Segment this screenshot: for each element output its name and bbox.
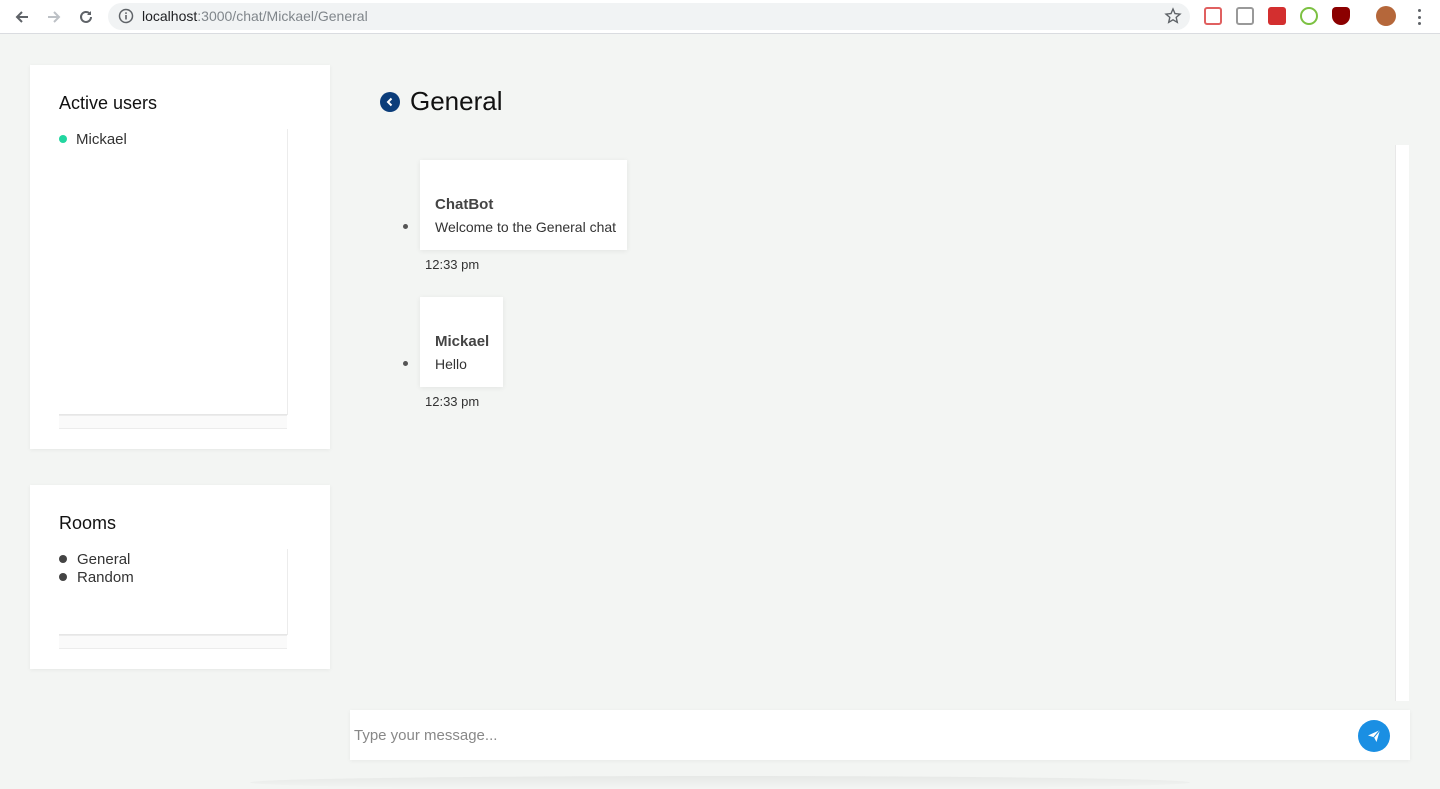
online-status-icon bbox=[59, 135, 67, 143]
message-composer bbox=[350, 710, 1410, 760]
back-arrow-icon[interactable] bbox=[10, 5, 34, 29]
reload-icon[interactable] bbox=[74, 5, 98, 29]
extension-icon[interactable] bbox=[1204, 7, 1222, 25]
vertical-scrollbar[interactable] bbox=[287, 129, 301, 415]
browser-toolbar: localhost:3000/chat/Mickael/General bbox=[0, 0, 1440, 34]
bullet-icon bbox=[59, 573, 67, 581]
message-input[interactable] bbox=[354, 719, 1344, 751]
bullet-icon bbox=[59, 555, 67, 563]
star-icon[interactable] bbox=[1164, 7, 1182, 30]
chat-room-title: General bbox=[410, 86, 503, 116]
rooms-list: General Random bbox=[59, 549, 301, 635]
active-users-card: Active users Mickael bbox=[30, 65, 330, 449]
ublock-extension-icon[interactable] bbox=[1332, 7, 1350, 25]
user-item[interactable]: Mickael bbox=[59, 130, 300, 148]
send-button[interactable] bbox=[1358, 720, 1390, 752]
message-time: 12:33 pm bbox=[425, 394, 480, 409]
message-text: Welcome to the General chat bbox=[435, 219, 617, 235]
rooms-card: Rooms General Random bbox=[30, 485, 330, 669]
message-author: ChatBot bbox=[435, 196, 494, 213]
back-icon[interactable] bbox=[380, 92, 400, 112]
nodejs-extension-icon[interactable] bbox=[1300, 7, 1318, 25]
message-time: 12:33 pm bbox=[425, 257, 480, 272]
active-users-list: Mickael bbox=[59, 129, 301, 415]
url-host: localhost bbox=[142, 8, 198, 24]
url-text: localhost:3000/chat/Mickael/General bbox=[142, 8, 368, 24]
info-icon[interactable] bbox=[118, 8, 134, 29]
address-bar[interactable]: localhost:3000/chat/Mickael/General bbox=[108, 3, 1190, 30]
paper-plane-icon bbox=[1368, 729, 1381, 742]
chat-scrollbar[interactable] bbox=[1395, 145, 1409, 701]
profile-avatar[interactable] bbox=[1376, 6, 1396, 26]
rooms-title: Rooms bbox=[59, 513, 117, 533]
menu-dots-icon[interactable] bbox=[1412, 7, 1426, 27]
message-author: Mickael bbox=[435, 333, 490, 350]
room-name: Random bbox=[77, 568, 134, 586]
horizontal-scrollbar[interactable] bbox=[59, 415, 287, 429]
active-users-title: Active users bbox=[59, 93, 158, 113]
message-bullet bbox=[403, 224, 408, 229]
vertical-scrollbar[interactable] bbox=[287, 549, 301, 635]
message-bubble: Mickael Hello bbox=[420, 297, 503, 387]
bottom-shadow bbox=[250, 776, 1190, 789]
horizontal-scrollbar[interactable] bbox=[59, 635, 287, 649]
room-item-general[interactable]: General bbox=[59, 550, 300, 568]
extension-icon[interactable] bbox=[1236, 7, 1254, 25]
message-bubble: ChatBot Welcome to the General chat bbox=[420, 160, 627, 250]
url-path: :3000/chat/Mickael/General bbox=[197, 8, 368, 24]
forward-arrow-icon[interactable] bbox=[42, 5, 66, 29]
message-bullet bbox=[403, 361, 408, 366]
extension-icon[interactable] bbox=[1268, 7, 1286, 25]
user-name: Mickael bbox=[76, 130, 127, 148]
room-item-random[interactable]: Random bbox=[59, 568, 300, 586]
message-text: Hello bbox=[435, 356, 467, 372]
room-name: General bbox=[77, 550, 131, 568]
